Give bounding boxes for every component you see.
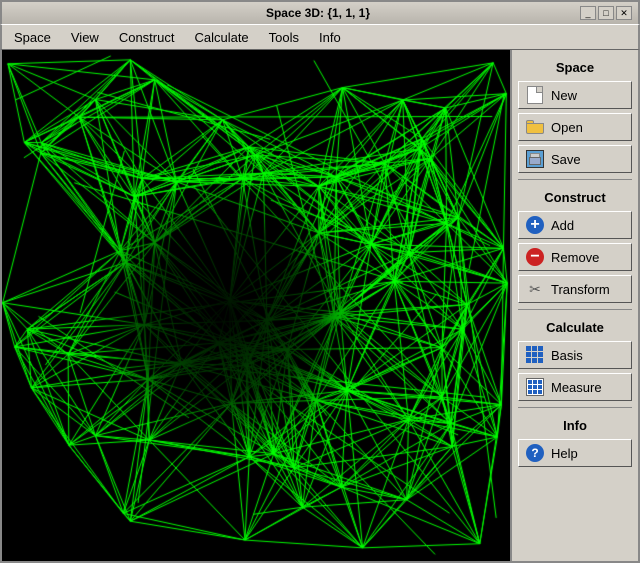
space-section-label: Space [518, 60, 632, 75]
divider-2 [518, 309, 632, 310]
minimize-button[interactable]: _ [580, 6, 596, 20]
basis-label: Basis [551, 348, 583, 363]
measure-icon [525, 377, 545, 397]
help-label: Help [551, 446, 578, 461]
title-bar: Space 3D: {1, 1, 1} _ □ ✕ [0, 0, 640, 24]
transform-button[interactable]: ✂ Transform [518, 275, 632, 303]
transform-label: Transform [551, 282, 610, 297]
add-label: Add [551, 218, 574, 233]
maximize-button[interactable]: □ [598, 6, 614, 20]
new-label: New [551, 88, 577, 103]
open-icon [525, 117, 545, 137]
remove-button[interactable]: − Remove [518, 243, 632, 271]
calculate-section-label: Calculate [518, 320, 632, 335]
basis-icon [525, 345, 545, 365]
menu-space[interactable]: Space [6, 28, 59, 47]
menu-info[interactable]: Info [311, 28, 349, 47]
transform-icon: ✂ [525, 279, 545, 299]
add-button[interactable]: + Add [518, 211, 632, 239]
open-label: Open [551, 120, 583, 135]
basis-button[interactable]: Basis [518, 341, 632, 369]
menu-bar: Space View Construct Calculate Tools Inf… [0, 24, 640, 50]
save-icon [525, 149, 545, 169]
close-button[interactable]: ✕ [616, 6, 632, 20]
menu-calculate[interactable]: Calculate [186, 28, 256, 47]
measure-label: Measure [551, 380, 602, 395]
remove-icon: − [525, 247, 545, 267]
info-section-label: Info [518, 418, 632, 433]
new-icon [525, 85, 545, 105]
canvas-area[interactable] [2, 50, 510, 561]
help-button[interactable]: ? Help [518, 439, 632, 467]
divider-3 [518, 407, 632, 408]
scene-canvas [2, 50, 510, 561]
new-button[interactable]: New [518, 81, 632, 109]
help-icon: ? [525, 443, 545, 463]
main-content: Space New Open Save Construct [0, 50, 640, 563]
sidebar: Space New Open Save Construct [510, 50, 638, 561]
add-icon: + [525, 215, 545, 235]
menu-construct[interactable]: Construct [111, 28, 183, 47]
open-button[interactable]: Open [518, 113, 632, 141]
save-button[interactable]: Save [518, 145, 632, 173]
save-label: Save [551, 152, 581, 167]
window-title: Space 3D: {1, 1, 1} [56, 6, 580, 20]
menu-tools[interactable]: Tools [261, 28, 307, 47]
menu-view[interactable]: View [63, 28, 107, 47]
remove-label: Remove [551, 250, 599, 265]
window-controls: _ □ ✕ [580, 6, 632, 20]
divider-1 [518, 179, 632, 180]
construct-section-label: Construct [518, 190, 632, 205]
measure-button[interactable]: Measure [518, 373, 632, 401]
